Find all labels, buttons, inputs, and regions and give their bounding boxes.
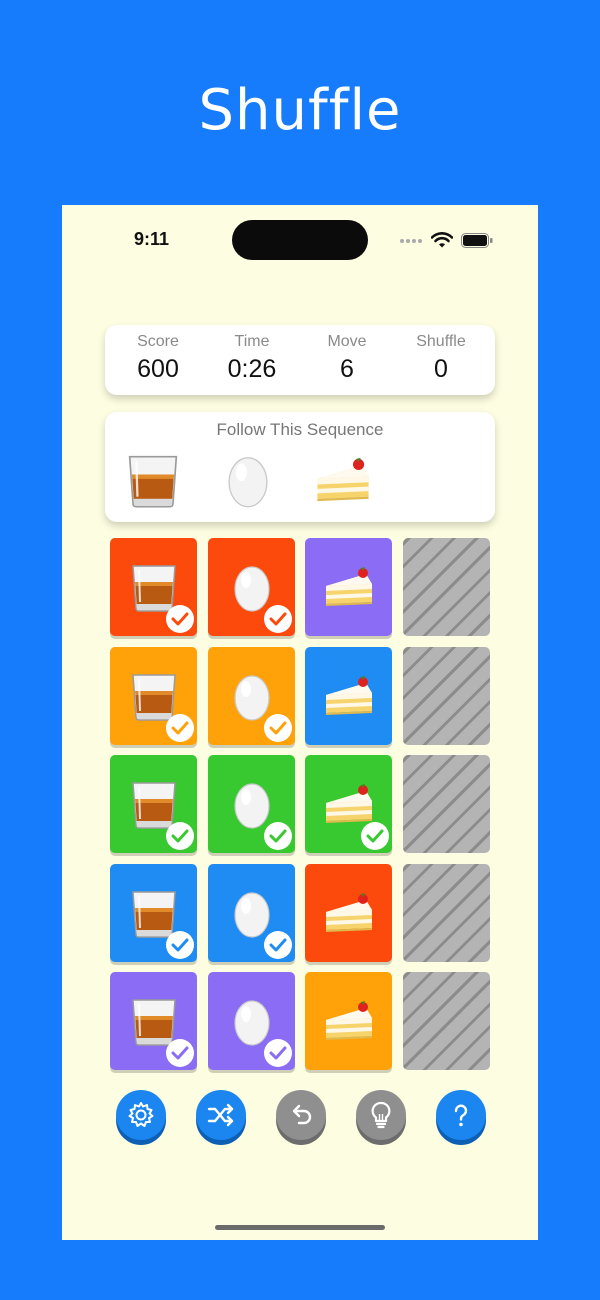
checkmark-badge bbox=[263, 605, 292, 633]
tile-egg[interactable] bbox=[207, 646, 295, 745]
checkmark-badge bbox=[263, 1039, 292, 1067]
app-title-banner: Shuffle bbox=[198, 78, 402, 143]
empty-slot[interactable] bbox=[402, 646, 490, 745]
help-button[interactable] bbox=[436, 1090, 486, 1140]
sequence-item-egg bbox=[218, 450, 278, 510]
checkmark-badge bbox=[263, 930, 292, 959]
cake-slice-icon bbox=[326, 892, 372, 932]
tile-cake[interactable] bbox=[305, 646, 392, 745]
checkmark-icon bbox=[171, 1046, 189, 1060]
stat-label: Move bbox=[327, 333, 367, 350]
undo-button[interactable] bbox=[276, 1090, 326, 1140]
whiskey-glass-icon bbox=[132, 890, 176, 938]
cake-slice-icon bbox=[326, 1001, 372, 1040]
wifi-icon bbox=[431, 232, 453, 248]
tile-cake[interactable] bbox=[305, 538, 392, 636]
tile-egg[interactable] bbox=[207, 755, 295, 853]
signal-dots-icon bbox=[400, 239, 426, 245]
stat-time: Time 0:26 bbox=[203, 333, 301, 384]
stat-shuffle: Shuffle 0 bbox=[392, 333, 490, 384]
empty-slot[interactable] bbox=[402, 538, 490, 636]
tile-whiskey-glass[interactable] bbox=[110, 538, 197, 636]
checkmark-badge bbox=[263, 822, 292, 850]
sequence-panel: Follow This Sequence bbox=[105, 412, 495, 522]
dynamic-island bbox=[232, 220, 368, 260]
tile-egg[interactable] bbox=[207, 972, 295, 1070]
checkmark-badge bbox=[166, 713, 194, 742]
checkmark-icon bbox=[269, 1046, 286, 1060]
cake-slice-icon bbox=[326, 675, 372, 715]
checkmark-icon bbox=[171, 938, 189, 951]
status-bar: 9:11 bbox=[62, 205, 538, 275]
question-icon bbox=[454, 1104, 468, 1127]
phone-screen: 9:11 Score 600 Time 0:26 Move 6 Shuffle bbox=[62, 205, 538, 1240]
tile-whiskey-glass[interactable] bbox=[110, 646, 197, 745]
hint-button[interactable] bbox=[356, 1090, 406, 1140]
empty-slot[interactable] bbox=[402, 755, 490, 853]
checkmark-icon bbox=[171, 612, 189, 626]
tile-whiskey-glass[interactable] bbox=[110, 972, 197, 1070]
action-toolbar bbox=[62, 1090, 538, 1150]
tile-cake[interactable] bbox=[305, 755, 392, 853]
stat-value: 6 bbox=[340, 355, 354, 383]
settings-button[interactable] bbox=[116, 1090, 166, 1140]
shuffle-button[interactable] bbox=[196, 1090, 246, 1140]
sequence-item-whiskey bbox=[123, 450, 183, 510]
stat-label: Shuffle bbox=[416, 333, 466, 350]
tile-cake[interactable] bbox=[305, 972, 392, 1070]
undo-icon bbox=[292, 1104, 312, 1125]
stat-value: 600 bbox=[137, 355, 179, 383]
checkmark-icon bbox=[269, 829, 286, 843]
gear-icon bbox=[128, 1102, 154, 1127]
checkmark-badge bbox=[166, 1039, 194, 1067]
battery-icon bbox=[461, 233, 493, 248]
home-indicator bbox=[215, 1225, 385, 1230]
checkmark-badge bbox=[166, 605, 194, 633]
tile-cake[interactable] bbox=[305, 863, 392, 962]
cake-icon bbox=[317, 457, 369, 502]
checkmark-icon bbox=[171, 721, 189, 734]
checkmark-badge bbox=[166, 930, 194, 959]
stats-panel: Score 600 Time 0:26 Move 6 Shuffle 0 bbox=[105, 325, 495, 395]
checkmark-badge bbox=[166, 822, 194, 850]
stat-move: Move 6 bbox=[298, 333, 396, 384]
checkmark-badge bbox=[263, 713, 292, 742]
sequence-item-cake bbox=[313, 450, 373, 510]
lightbulb-icon bbox=[371, 1101, 391, 1129]
whiskey-glass-icon bbox=[132, 673, 176, 721]
egg-icon bbox=[228, 457, 268, 508]
egg-icon bbox=[233, 674, 270, 721]
egg-icon bbox=[233, 891, 270, 938]
checkmark-icon bbox=[269, 612, 286, 626]
checkmark-icon bbox=[269, 721, 286, 734]
stat-score: Score 600 bbox=[109, 333, 207, 384]
checkmark-badge bbox=[361, 822, 389, 850]
stat-label: Score bbox=[137, 333, 179, 350]
tile-grid bbox=[110, 538, 490, 1078]
tile-egg[interactable] bbox=[207, 863, 295, 962]
sequence-title: Follow This Sequence bbox=[216, 420, 384, 439]
status-time: 9:11 bbox=[134, 229, 170, 249]
tile-egg[interactable] bbox=[207, 538, 295, 636]
checkmark-icon bbox=[366, 829, 384, 843]
checkmark-icon bbox=[269, 938, 286, 951]
empty-slot[interactable] bbox=[402, 863, 490, 962]
empty-slot[interactable] bbox=[402, 972, 490, 1070]
glass-icon bbox=[128, 455, 178, 508]
stat-value: 0:26 bbox=[227, 355, 277, 383]
tile-whiskey-glass[interactable] bbox=[110, 755, 197, 853]
stat-label: Time bbox=[234, 333, 270, 350]
checkmark-icon bbox=[171, 829, 189, 843]
stat-value: 0 bbox=[434, 355, 448, 383]
cake-slice-icon bbox=[326, 567, 372, 606]
tile-whiskey-glass[interactable] bbox=[110, 863, 197, 962]
shuffle-icon bbox=[207, 1103, 234, 1127]
